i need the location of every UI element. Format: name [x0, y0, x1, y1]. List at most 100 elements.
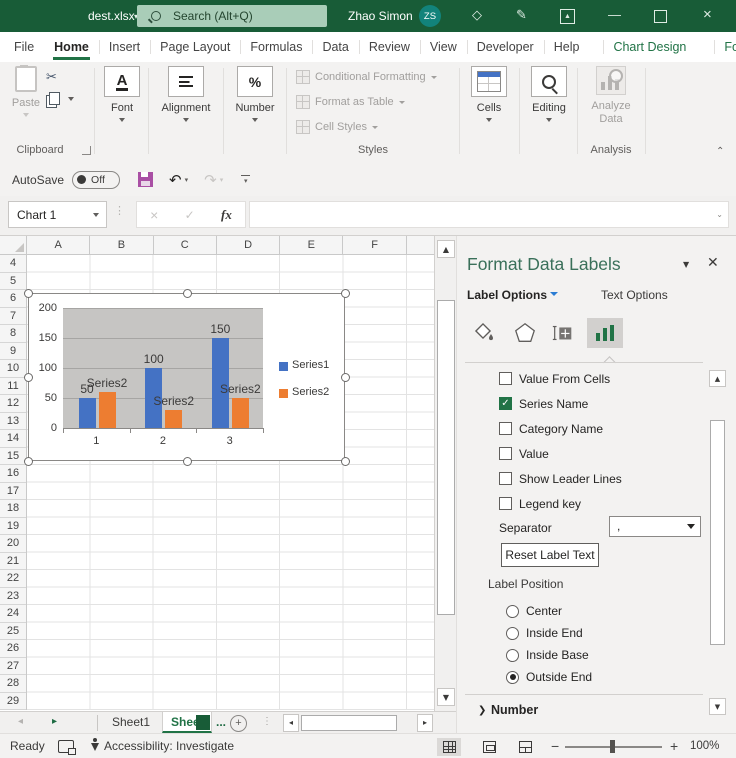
chart-bar-series1-1[interactable] — [79, 398, 96, 428]
chart-selection-handle[interactable] — [24, 289, 33, 298]
scroll-up-icon[interactable]: ▲ — [437, 240, 455, 258]
gem-icon[interactable]: ◇ — [472, 8, 482, 23]
ribbon-tab-chart-design[interactable]: Chart Design — [603, 32, 696, 62]
close-button[interactable]: × — [703, 6, 712, 23]
chart-selection-handle[interactable] — [341, 289, 350, 298]
analyze-data-button[interactable]: Analyze Data — [585, 66, 637, 126]
sheet-tab-active[interactable]: Shee — [162, 712, 212, 733]
macro-record-icon[interactable] — [58, 740, 74, 753]
undo-button[interactable]: ↶ — [169, 171, 182, 189]
minimize-button[interactable]: — — [608, 7, 621, 22]
checkbox-series-name[interactable]: ✓ — [499, 397, 512, 410]
autosave-toggle[interactable]: Off — [72, 171, 120, 189]
tab-text-options[interactable]: Text Options — [601, 288, 668, 302]
editing-group-button[interactable]: Editing — [523, 66, 575, 122]
chart-bar-series2-2[interactable] — [165, 410, 182, 428]
ribbon-tab-data[interactable]: Data — [312, 32, 358, 62]
ribbon-tab-developer[interactable]: Developer — [467, 32, 544, 62]
number-section-header[interactable]: Number — [491, 703, 538, 717]
file-name[interactable]: dest.xlsx — [88, 9, 135, 23]
row-header-23[interactable]: 23 — [0, 588, 26, 606]
row-header-24[interactable]: 24 — [0, 605, 26, 623]
row-header-22[interactable]: 22 — [0, 570, 26, 588]
row-header-20[interactable]: 20 — [0, 535, 26, 553]
search-input[interactable]: Search (Alt+Q) — [137, 5, 327, 27]
more-sheets-button[interactable]: ... — [212, 712, 230, 733]
column-header-f[interactable]: F — [343, 236, 406, 254]
chart-selection-handle[interactable] — [183, 457, 192, 466]
cells-group-button[interactable]: Cells — [463, 66, 515, 122]
page-layout-view-button[interactable] — [477, 738, 501, 756]
checkbox-value[interactable] — [499, 447, 512, 460]
radio-row-inside-base[interactable]: Inside Base — [457, 644, 707, 666]
ribbon-tab-help[interactable]: Help — [544, 32, 590, 62]
ribbon-tab-page-layout[interactable]: Page Layout — [150, 32, 240, 62]
row-header-10[interactable]: 10 — [0, 360, 26, 378]
column-header-b[interactable]: B — [90, 236, 153, 254]
number-section-chevron-icon[interactable]: ❯ — [478, 705, 486, 716]
alignment-group-button[interactable]: Alignment — [152, 66, 220, 122]
row-header-11[interactable]: 11 — [0, 378, 26, 396]
row-header-8[interactable]: 8 — [0, 325, 26, 343]
user-name[interactable]: Zhao Simon — [348, 9, 413, 23]
redo-button[interactable]: ↷ — [204, 171, 217, 189]
row-header-7[interactable]: 7 — [0, 308, 26, 326]
row-header-13[interactable]: 13 — [0, 413, 26, 431]
row-header-18[interactable]: 18 — [0, 500, 26, 518]
accessibility-status[interactable]: Accessibility: Investigate — [104, 739, 234, 753]
chart-bar-series2-1[interactable] — [99, 392, 116, 428]
ribbon-tab-view[interactable]: View — [420, 32, 467, 62]
embedded-chart[interactable]: 05010015020012350100150Series1Series2Ser… — [28, 293, 345, 461]
save-button[interactable] — [138, 172, 153, 187]
pencil-edit-icon[interactable]: ✎ — [516, 8, 527, 23]
expand-formula-bar-icon[interactable]: ⌄ — [716, 210, 723, 219]
row-header-9[interactable]: 9 — [0, 343, 26, 361]
tab-label-options-chart-icon[interactable] — [587, 318, 623, 348]
row-header-19[interactable]: 19 — [0, 518, 26, 536]
reset-label-text-button[interactable]: Reset Label Text — [501, 543, 599, 567]
radio-row-inside-end[interactable]: Inside End — [457, 622, 707, 644]
font-group-button[interactable]: A Font — [98, 66, 146, 122]
column-header-a[interactable]: A — [27, 236, 90, 254]
radio-outside-end[interactable] — [506, 671, 519, 684]
sheet-nav-left-icon[interactable]: ◂ — [18, 716, 23, 727]
column-header-c[interactable]: C — [154, 236, 217, 254]
customize-qat-icon[interactable]: ▾ — [241, 175, 250, 185]
name-box-chevron-icon[interactable] — [93, 213, 99, 217]
column-header-d[interactable]: D — [217, 236, 280, 254]
row-header-6[interactable]: 6 — [0, 290, 26, 308]
checkbox-row-series-name[interactable]: ✓Series Name — [457, 391, 707, 416]
row-header-21[interactable]: 21 — [0, 553, 26, 571]
tab-effects-icon[interactable] — [507, 318, 543, 348]
row-header-27[interactable]: 27 — [0, 658, 26, 676]
tab-strip-splitter[interactable]: ⋮ — [262, 716, 272, 727]
radio-center[interactable] — [506, 605, 519, 618]
pane-close-icon[interactable]: ✕ — [707, 254, 719, 271]
ribbon-tab-insert[interactable]: Insert — [99, 32, 150, 62]
row-header-17[interactable]: 17 — [0, 483, 26, 501]
name-box[interactable]: Chart 1 — [8, 201, 107, 228]
column-header-e[interactable]: E — [280, 236, 343, 254]
insert-function-icon[interactable]: fx — [221, 207, 232, 223]
ribbon-display-options-icon[interactable]: ▲ — [560, 9, 575, 24]
row-header-4[interactable]: 4 — [0, 255, 26, 273]
sheet-nav-right-icon[interactable]: ▸ — [52, 716, 57, 727]
zoom-out-button[interactable]: − — [551, 738, 559, 754]
undo-chevron-icon[interactable]: ▾ — [185, 176, 189, 184]
page-break-view-button[interactable] — [513, 738, 537, 756]
format-as-table-button[interactable]: Format as Table — [296, 95, 405, 109]
row-header-26[interactable]: 26 — [0, 640, 26, 658]
row-header-29[interactable]: 29 — [0, 693, 26, 711]
row-header-16[interactable]: 16 — [0, 465, 26, 483]
sheet-tab-sheet1[interactable]: Sheet1 — [100, 712, 162, 733]
separator-select[interactable]: , — [609, 516, 701, 537]
checkbox-row-show-leader-lines[interactable]: Show Leader Lines — [457, 466, 707, 491]
checkbox-category-name[interactable] — [499, 422, 512, 435]
format-painter-button[interactable] — [46, 110, 88, 129]
tab-size-properties-icon[interactable] — [545, 318, 581, 348]
tab-label-options[interactable]: Label Options — [467, 288, 547, 302]
cancel-icon[interactable]: × — [150, 207, 158, 223]
radio-inside-base[interactable] — [506, 649, 519, 662]
checkbox-row-value-from-cells[interactable]: Value From Cells — [457, 366, 707, 391]
avatar[interactable]: ZS — [419, 5, 441, 27]
